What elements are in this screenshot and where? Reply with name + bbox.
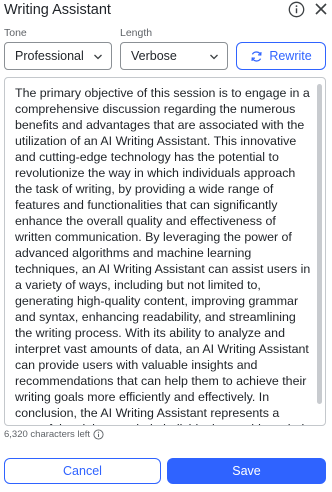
panel-title: Writing Assistant [4,2,111,18]
writing-assistant-panel: Writing Assistant Tone Length Profession… [0,0,332,492]
refresh-icon [251,50,262,62]
scrollbar[interactable] [317,84,322,404]
rewrite-label: Rewrite [269,49,312,63]
chevron-down-icon [210,54,218,60]
save-button[interactable]: Save [167,458,326,484]
info-icon[interactable] [93,429,104,440]
close-icon[interactable] [312,0,330,18]
character-count-text: 6,320 characters left [4,429,91,440]
rewrite-button[interactable]: Rewrite [236,42,326,70]
editor-content[interactable]: The primary objective of this session is… [15,85,311,425]
info-icon[interactable] [287,0,305,18]
character-counter: 6,320 characters left [4,429,104,440]
tone-select[interactable]: Professional [4,42,112,70]
cancel-button[interactable]: Cancel [4,458,161,484]
panel-header: Writing Assistant [0,0,332,22]
length-label: Length [120,27,153,39]
tone-select-value: Professional [15,49,84,63]
length-select-value: Verbose [131,49,177,63]
length-select[interactable]: Verbose [120,42,228,70]
chevron-down-icon [94,54,102,60]
tone-label: Tone [4,27,27,39]
text-editor[interactable]: The primary objective of this session is… [4,77,326,426]
